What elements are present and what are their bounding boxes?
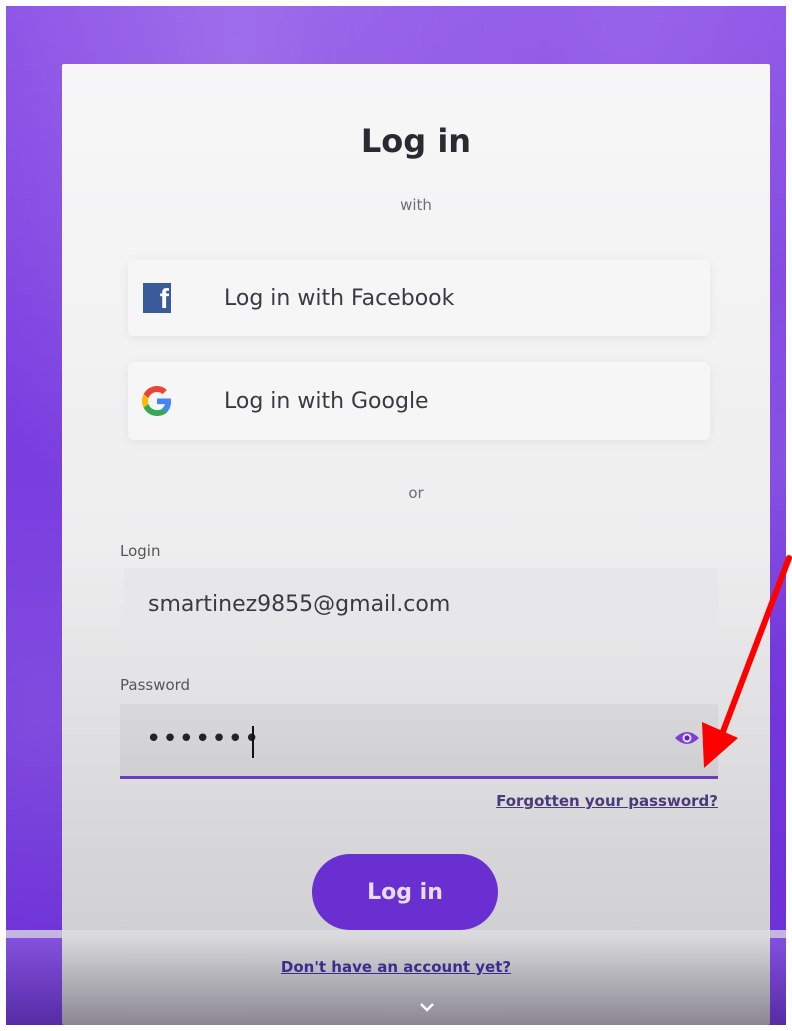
google-icon xyxy=(142,386,172,416)
chevron-down-icon[interactable] xyxy=(420,1002,434,1012)
bottom-bar xyxy=(6,930,786,1025)
password-value: ••••••• xyxy=(146,724,261,754)
login-field-label: Login xyxy=(120,542,161,560)
app-frame: Log in with f Log in with Facebook Log i… xyxy=(6,6,786,1025)
login-submit-button[interactable]: Log in xyxy=(312,854,498,930)
signup-link[interactable]: Don't have an account yet? xyxy=(6,958,786,976)
eye-icon[interactable] xyxy=(674,728,700,748)
text-caret xyxy=(252,726,254,758)
with-caption: with xyxy=(400,196,432,214)
login-card: Log in with f Log in with Facebook Log i… xyxy=(62,64,770,1025)
or-separator: or xyxy=(408,484,424,502)
password-field-label: Password xyxy=(120,676,191,694)
google-login-button[interactable]: Log in with Google xyxy=(128,362,710,440)
login-input[interactable] xyxy=(124,568,718,640)
page-title: Log in xyxy=(360,122,472,160)
google-login-label: Log in with Google xyxy=(224,388,429,414)
facebook-icon: f xyxy=(142,283,172,313)
password-input[interactable]: ••••••• xyxy=(120,704,718,779)
facebook-login-button[interactable]: f Log in with Facebook xyxy=(128,260,710,336)
facebook-login-label: Log in with Facebook xyxy=(224,285,455,311)
forgot-password-link[interactable]: Forgotten your password? xyxy=(496,792,718,810)
